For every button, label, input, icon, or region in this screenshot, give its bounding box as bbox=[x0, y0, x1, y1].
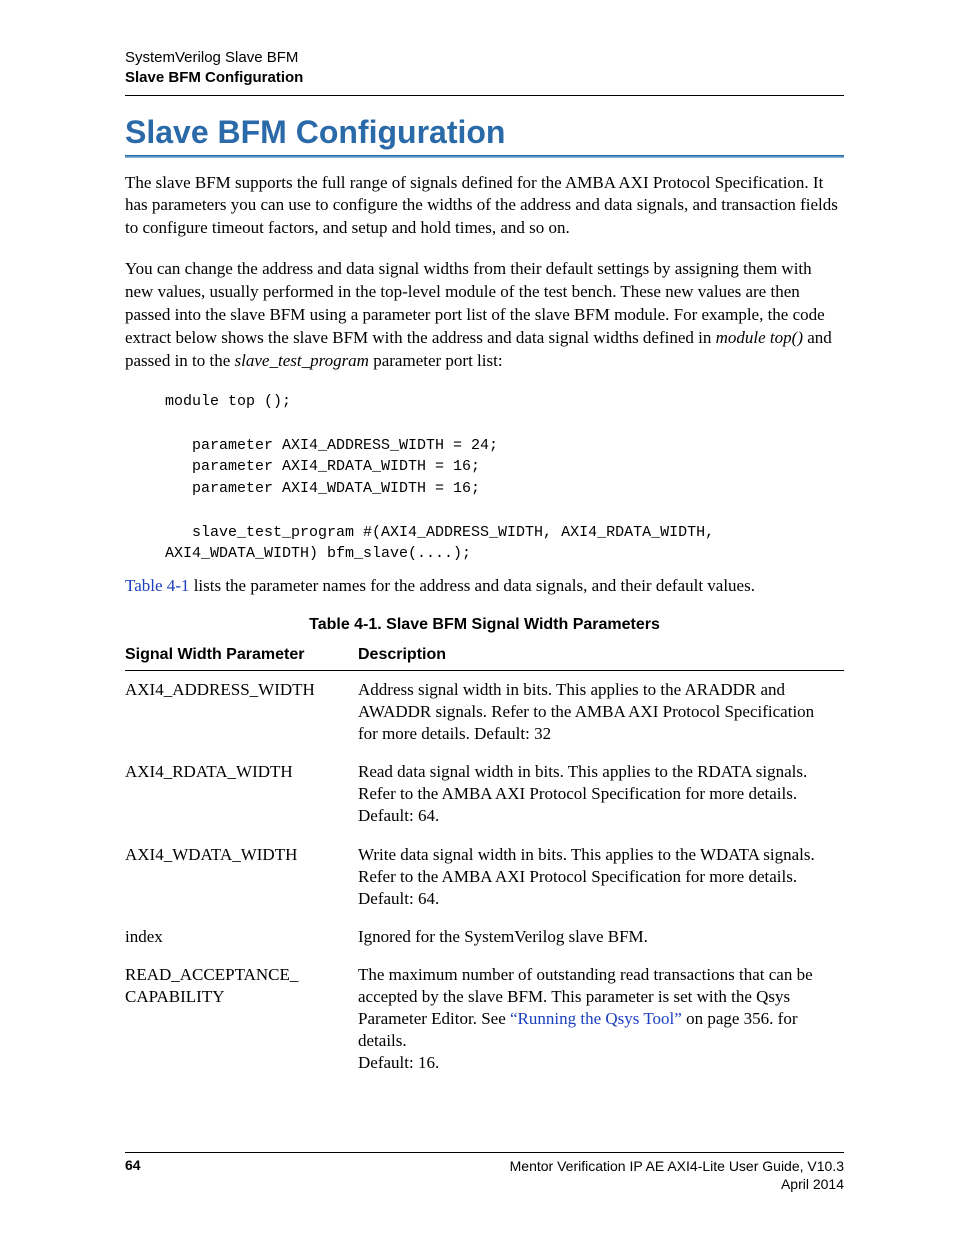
footer-rule bbox=[125, 1152, 844, 1153]
table-row: AXI4_RDATA_WIDTH Read data signal width … bbox=[125, 753, 844, 835]
table-col-1: Signal Width Parameter bbox=[125, 642, 358, 671]
header-rule bbox=[125, 95, 844, 96]
p2-ital2: slave_test_program bbox=[235, 351, 369, 370]
page-number: 64 bbox=[125, 1157, 141, 1193]
page-footer: 64 Mentor Verification IP AE AXI4-Lite U… bbox=[125, 1152, 844, 1193]
param-desc: The maximum number of outstanding read t… bbox=[358, 956, 844, 1082]
header-chapter: SystemVerilog Slave BFM bbox=[125, 48, 844, 68]
code-block: module top (); parameter AXI4_ADDRESS_WI… bbox=[165, 391, 844, 565]
footer-date: April 2014 bbox=[510, 1175, 844, 1193]
param-name: AXI4_ADDRESS_WIDTH bbox=[125, 670, 358, 753]
param-desc: Write data signal width in bits. This ap… bbox=[358, 836, 844, 918]
table-reference-paragraph: Table 4-1 lists the parameter names for … bbox=[125, 575, 844, 598]
header-section: Slave BFM Configuration bbox=[125, 68, 844, 88]
footer-doc-title: Mentor Verification IP AE AXI4-Lite User… bbox=[510, 1157, 844, 1175]
table-ref-text: lists the parameter names for the addres… bbox=[189, 576, 755, 595]
param-desc: Ignored for the SystemVerilog slave BFM. bbox=[358, 918, 844, 956]
table-row: READ_ACCEPTANCE_ CAPABILITY The maximum … bbox=[125, 956, 844, 1082]
table-ref-link[interactable]: Table 4-1 bbox=[125, 576, 189, 595]
intro-paragraph-1: The slave BFM supports the full range of… bbox=[125, 172, 844, 241]
title-underline bbox=[125, 155, 844, 158]
table-caption: Table 4-1. Slave BFM Signal Width Parame… bbox=[125, 616, 844, 634]
table-col-2: Description bbox=[358, 642, 844, 671]
p2-ital1: module top() bbox=[716, 328, 803, 347]
table-row: AXI4_WDATA_WIDTH Write data signal width… bbox=[125, 836, 844, 918]
param-name: AXI4_WDATA_WIDTH bbox=[125, 836, 358, 918]
param-name: READ_ACCEPTANCE_ CAPABILITY bbox=[125, 956, 358, 1082]
signal-width-table: Signal Width Parameter Description AXI4_… bbox=[125, 642, 844, 1082]
page-title: Slave BFM Configuration bbox=[125, 114, 844, 151]
intro-paragraph-2: You can change the address and data sign… bbox=[125, 258, 844, 373]
p2-post: parameter port list: bbox=[369, 351, 503, 370]
param-name: index bbox=[125, 918, 358, 956]
param-desc: Read data signal width in bits. This app… bbox=[358, 753, 844, 835]
param-name: AXI4_RDATA_WIDTH bbox=[125, 753, 358, 835]
qsys-tool-link[interactable]: “Running the Qsys Tool” bbox=[510, 1009, 682, 1028]
table-row: index Ignored for the SystemVerilog slav… bbox=[125, 918, 844, 956]
running-header: SystemVerilog Slave BFM Slave BFM Config… bbox=[125, 48, 844, 89]
table-row: AXI4_ADDRESS_WIDTH Address signal width … bbox=[125, 670, 844, 753]
param-desc: Address signal width in bits. This appli… bbox=[358, 670, 844, 753]
